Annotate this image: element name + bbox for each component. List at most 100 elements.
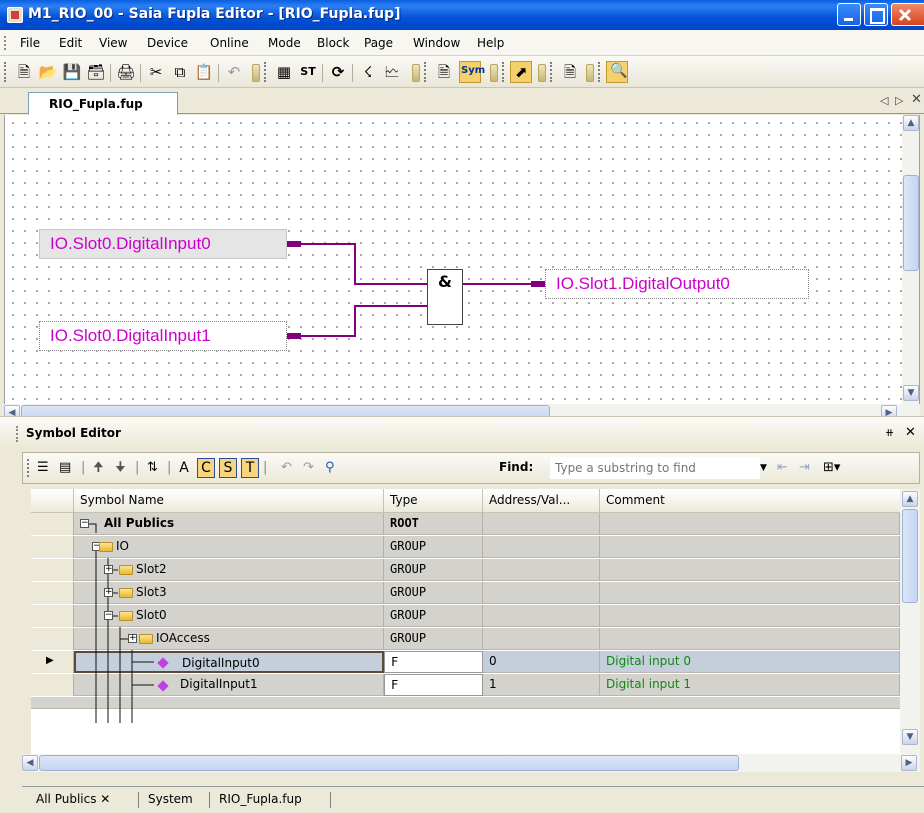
column-symbol-name[interactable]: Symbol Name <box>74 489 384 513</box>
close-panel-icon[interactable]: ✕ <box>905 425 916 440</box>
toolbar-grip[interactable] <box>502 62 506 82</box>
scroll-down-icon[interactable]: ▼ <box>902 729 918 745</box>
refresh-icon[interactable]: ⟳ <box>328 62 348 82</box>
tab-scroll-right-icon[interactable]: ▷ <box>895 94 903 107</box>
and-gate-block[interactable]: & <box>427 269 463 325</box>
menu-window[interactable]: Window <box>413 36 460 50</box>
table-row[interactable]: IO GROUP <box>31 536 900 558</box>
tab-scroll-left-icon[interactable]: ◁ <box>880 94 888 107</box>
select-pointer-button[interactable]: ⬈ <box>510 61 532 83</box>
symbol-address[interactable]: 0 <box>483 651 600 673</box>
panel-grip[interactable] <box>16 426 20 442</box>
expand-ioaccess-icon[interactable]: + <box>128 634 137 643</box>
vertical-scroll-thumb[interactable] <box>903 175 919 271</box>
toolbar-grip[interactable] <box>27 459 31 477</box>
list-view-icon[interactable]: ▤ <box>59 460 71 476</box>
scroll-right-icon[interactable]: ▶ <box>901 755 917 771</box>
menu-help[interactable]: Help <box>477 36 504 50</box>
print-icon[interactable]: 🖨 <box>116 62 136 82</box>
row-header[interactable] <box>31 628 74 650</box>
undo-icon[interactable]: ↶ <box>224 62 244 82</box>
symbol-comment[interactable]: Digital input 0 <box>600 651 900 673</box>
symbols-toggle-button[interactable]: Sym <box>459 61 485 83</box>
connect-icon[interactable]: ☇ <box>358 62 378 82</box>
toolbar-grip[interactable] <box>550 62 554 82</box>
open-folder-icon[interactable]: 📂 <box>38 62 58 82</box>
table-horizontal-scrollbar[interactable]: ◀ ▶ <box>22 754 920 772</box>
copy-icon[interactable]: ⧉ <box>170 62 190 82</box>
save-all-icon[interactable]: 🗃 <box>86 62 106 82</box>
table-vertical-scrollbar[interactable]: ▲ ▼ <box>900 489 920 754</box>
find-input[interactable] <box>550 457 760 479</box>
close-button[interactable] <box>891 3 924 26</box>
undo-icon[interactable]: ↶ <box>281 460 292 476</box>
table-row[interactable]: Slot2 GROUP <box>31 559 900 581</box>
filter-t-button[interactable]: T <box>241 458 259 478</box>
toolbar-overflow-button[interactable] <box>252 64 260 82</box>
fupla-canvas[interactable]: IO.Slot0.DigitalInput0 IO.Slot0.DigitalI… <box>4 115 920 404</box>
scroll-down-icon[interactable]: ▼ <box>903 385 919 401</box>
filter-a-button[interactable]: A <box>175 458 193 478</box>
menu-mode[interactable]: Mode <box>268 36 301 50</box>
row-header[interactable] <box>31 559 74 581</box>
save-icon[interactable]: 💾 <box>62 62 82 82</box>
collapse-all-publics-icon[interactable]: − <box>80 519 89 528</box>
properties-icon[interactable]: 🗎 <box>434 62 454 82</box>
menu-file[interactable]: File <box>20 36 40 50</box>
cut-icon[interactable]: ✂ <box>146 62 166 82</box>
filter-s-button[interactable]: S <box>219 458 237 478</box>
collapse-slot0-icon[interactable]: − <box>104 611 113 620</box>
tab-all-publics[interactable]: All Publics ✕ <box>36 792 110 806</box>
redo-icon[interactable]: ↷ <box>303 460 314 476</box>
table-row[interactable]: IOAccess GROUP <box>31 628 900 650</box>
find-previous-icon[interactable]: ⇤ <box>777 460 788 476</box>
row-header[interactable]: ▶ <box>31 651 74 673</box>
block-window-icon[interactable]: ▦ <box>274 62 294 82</box>
expand-slot3-icon[interactable]: + <box>104 588 113 597</box>
column-address[interactable]: Address/Val... <box>483 489 600 513</box>
column-comment[interactable]: Comment <box>600 489 900 513</box>
find-dropdown-icon[interactable]: ▼ <box>760 463 767 473</box>
toolbar-overflow-button[interactable] <box>412 64 420 82</box>
zoom-button[interactable]: 🔍 <box>606 61 628 83</box>
move-down-icon[interactable]: 🠋 <box>115 460 126 476</box>
menu-page[interactable]: Page <box>364 36 393 50</box>
table-row-partial[interactable] <box>31 697 900 709</box>
paste-icon[interactable]: 📋 <box>194 62 214 82</box>
find-next-icon[interactable]: ⇥ <box>799 460 810 476</box>
toolbar-overflow-button[interactable] <box>490 64 498 82</box>
expand-slot2-icon[interactable]: + <box>104 565 113 574</box>
chart-icon[interactable]: 🗠 <box>382 62 402 82</box>
row-header[interactable] <box>31 513 74 535</box>
tab-system[interactable]: System <box>148 792 193 806</box>
filter-c-button[interactable]: C <box>197 458 215 478</box>
menu-online[interactable]: Online <box>210 36 249 50</box>
close-document-icon[interactable]: ✕ <box>911 92 922 107</box>
menubar-grip[interactable] <box>4 36 8 50</box>
row-header[interactable] <box>31 582 74 604</box>
horizontal-scroll-thumb[interactable] <box>39 755 739 771</box>
new-file-icon[interactable]: 🗎 <box>14 62 34 82</box>
spell-check-icon[interactable]: ST <box>298 62 318 82</box>
table-row[interactable]: Slot0 GROUP <box>31 605 900 627</box>
menu-edit[interactable]: Edit <box>59 36 82 50</box>
menu-device[interactable]: Device <box>147 36 188 50</box>
sort-icon[interactable]: ⇅ <box>147 460 158 476</box>
toolbar-overflow-button[interactable] <box>538 64 546 82</box>
output-symbol-digitaloutput0[interactable]: IO.Slot1.DigitalOutput0 <box>545 269 809 299</box>
toolbar-grip[interactable] <box>264 62 268 82</box>
toolbar-grip[interactable] <box>424 62 428 82</box>
toolbar-grip[interactable] <box>598 62 602 82</box>
vertical-scroll-thumb[interactable] <box>902 509 918 603</box>
toolbar-overflow-button[interactable] <box>586 64 594 82</box>
menu-view[interactable]: View <box>99 36 127 50</box>
symbol-type[interactable]: F <box>384 651 483 673</box>
menu-block[interactable]: Block <box>317 36 349 50</box>
column-type[interactable]: Type <box>384 489 483 513</box>
toolbar-grip[interactable] <box>4 62 8 82</box>
maximize-button[interactable] <box>864 3 888 26</box>
symbol-name[interactable]: DigitalInput0 <box>74 651 384 673</box>
input-symbol-digitalinput0[interactable]: IO.Slot0.DigitalInput0 <box>39 229 287 259</box>
row-header[interactable] <box>31 536 74 558</box>
table-row[interactable]: Slot3 GROUP <box>31 582 900 604</box>
